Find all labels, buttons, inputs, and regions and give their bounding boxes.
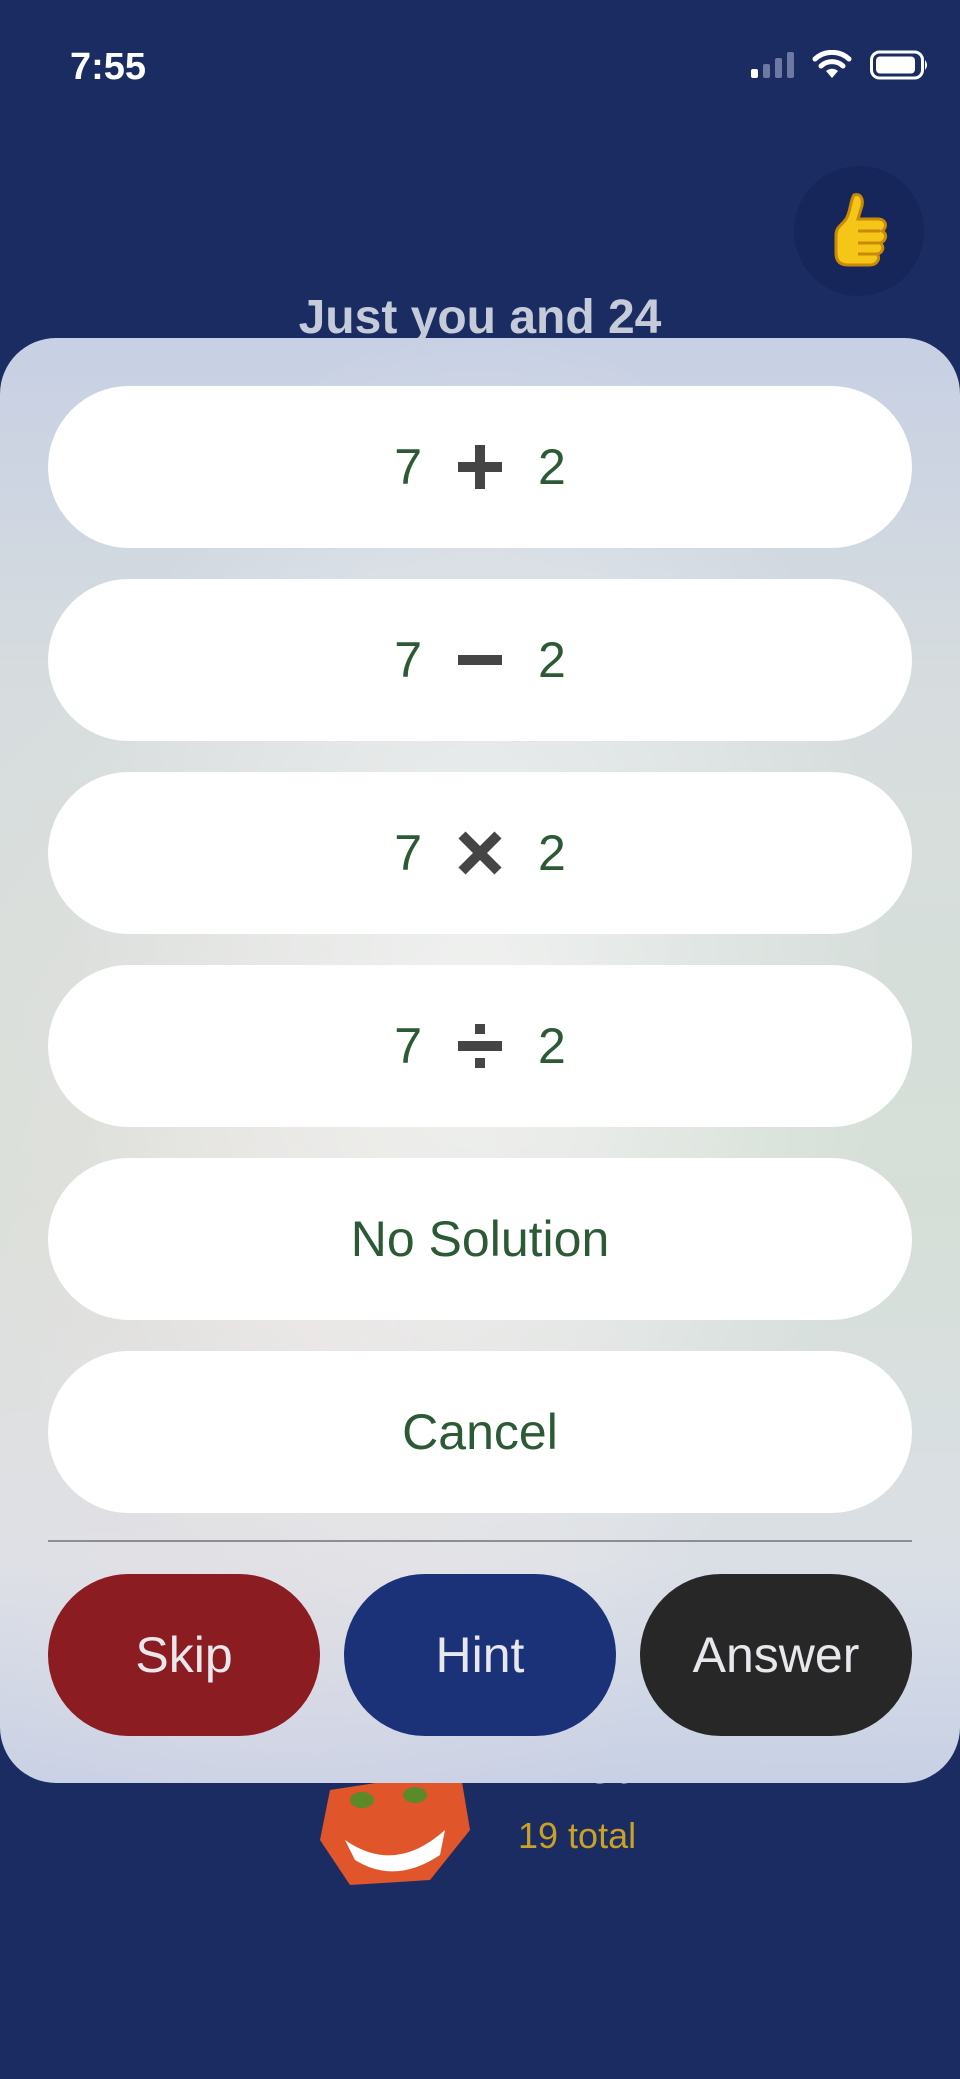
skip-button[interactable]: Skip [48, 1574, 320, 1736]
multiply-option-button[interactable]: 7 2 [48, 772, 912, 934]
right-operand: 2 [538, 1018, 566, 1074]
right-operand: 2 [538, 632, 566, 688]
battery-icon [870, 50, 927, 80]
answer-button[interactable]: Answer [640, 1574, 912, 1736]
page-title: Just you and 24 [298, 291, 662, 344]
right-operand: 2 [538, 825, 566, 881]
cancel-button[interactable]: Cancel [48, 1351, 912, 1513]
status-time: 7:55 [70, 46, 147, 88]
times-icon [458, 831, 502, 875]
minus-icon [458, 655, 502, 665]
left-operand: 7 [394, 1018, 422, 1074]
status-bar: 7:55 [0, 0, 960, 140]
player-total: 19 total [518, 1815, 637, 1856]
left-operand: 7 [394, 439, 422, 495]
thumbs-up-icon [834, 193, 888, 267]
left-operand: 7 [394, 825, 422, 881]
action-sheet: 7 2 7 2 7 2 7 2 No Solution Cancel Skip … [0, 338, 960, 1783]
add-option-button[interactable]: 7 2 [48, 386, 912, 548]
left-operand: 7 [394, 632, 422, 688]
thumbs-up-button[interactable] [794, 166, 924, 296]
status-icons [751, 50, 930, 80]
wifi-icon [812, 50, 852, 78]
divide-option-button[interactable]: 7 2 [48, 965, 912, 1127]
signal-icon [751, 52, 794, 78]
no-solution-button[interactable]: No Solution [48, 1158, 912, 1320]
divide-icon [458, 1024, 502, 1068]
subtract-option-button[interactable]: 7 2 [48, 579, 912, 741]
divider [48, 1540, 912, 1542]
plus-icon [458, 445, 502, 489]
right-operand: 2 [538, 439, 566, 495]
hint-button[interactable]: Hint [344, 1574, 616, 1736]
